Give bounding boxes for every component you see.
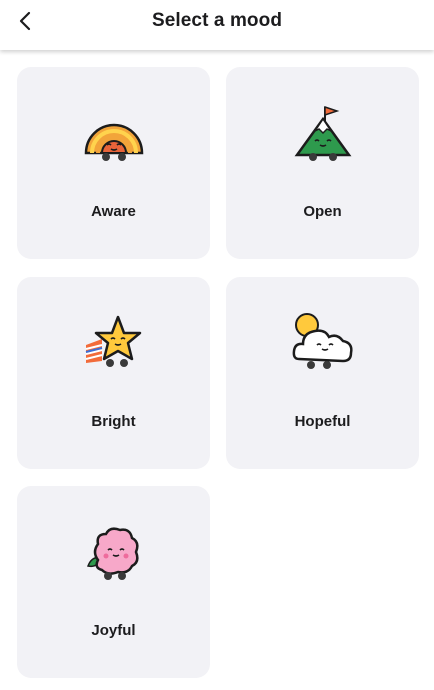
mood-card-bright[interactable]: Bright — [17, 277, 210, 469]
mood-card-aware[interactable]: Aware — [17, 67, 210, 259]
mood-label: Hopeful — [294, 413, 351, 430]
star-icon — [82, 311, 146, 375]
sun-cloud-icon — [291, 311, 355, 375]
mood-grid: Aware Open Bright Hopeful Joyful — [0, 0, 434, 690]
top-bar: Select a mood — [0, 0, 434, 50]
rainbow-icon — [82, 101, 146, 165]
mood-label: Aware — [91, 203, 136, 220]
page-title: Select a mood — [151, 10, 283, 31]
mood-card-hopeful[interactable]: Hopeful — [226, 277, 419, 469]
mood-label: Joyful — [91, 622, 136, 639]
mood-card-open[interactable]: Open — [226, 67, 419, 259]
flower-icon — [82, 520, 146, 584]
mood-label: Open — [303, 203, 342, 220]
mountain-icon — [291, 101, 355, 165]
mood-label: Bright — [91, 413, 136, 430]
mood-card-joyful[interactable]: Joyful — [17, 486, 210, 678]
